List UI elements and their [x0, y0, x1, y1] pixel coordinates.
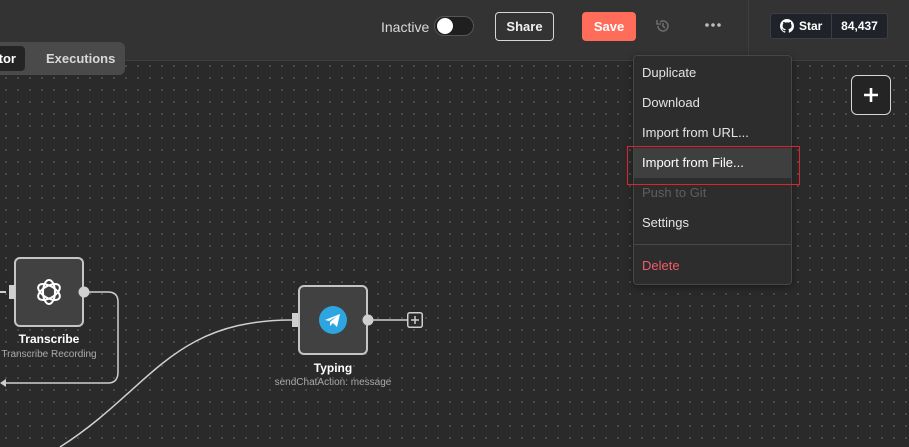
more-options-icon[interactable]: [704, 16, 722, 34]
node-transcribe-subtitle: Transcribe Recording: [1, 349, 97, 360]
menu-item-download[interactable]: Download: [634, 88, 791, 118]
github-star-label: Star: [799, 19, 823, 33]
toggle-knob: [437, 18, 453, 34]
github-star-count[interactable]: 84,437: [832, 13, 888, 39]
menu-item-delete[interactable]: Delete: [634, 251, 791, 281]
output-handle-transcribe[interactable]: [78, 286, 90, 298]
workflow-header: Inactive Share Save Star 84,437: [0, 0, 909, 61]
connection-arrow-left: [0, 379, 6, 387]
menu-divider: [634, 244, 791, 245]
plus-icon: [864, 88, 878, 102]
input-handle-transcribe[interactable]: [9, 285, 17, 299]
view-tabs: Editor Executions: [0, 42, 125, 75]
menu-item-settings[interactable]: Settings: [634, 208, 791, 238]
tab-editor[interactable]: Editor: [0, 46, 25, 71]
connection-into-transcribe-stub: [0, 291, 6, 293]
openai-icon: [37, 279, 61, 305]
history-icon[interactable]: [654, 17, 672, 35]
active-toggle[interactable]: [434, 16, 474, 36]
share-button[interactable]: Share: [495, 12, 554, 41]
menu-item-duplicate[interactable]: Duplicate: [634, 58, 791, 88]
output-handle-typing[interactable]: [362, 314, 374, 326]
tab-editor-label: Editor: [0, 51, 16, 66]
node-typing[interactable]: [298, 285, 368, 355]
save-button[interactable]: Save: [582, 12, 636, 41]
menu-item-import-url[interactable]: Import from URL...: [634, 118, 791, 148]
github-star-button[interactable]: Star: [770, 13, 832, 39]
add-node-button[interactable]: [851, 75, 891, 115]
node-typing-title: Typing: [313, 361, 353, 375]
node-transcribe-title: Transcribe: [18, 332, 80, 346]
node-transcribe[interactable]: [14, 257, 84, 327]
telegram-icon: [319, 306, 347, 334]
github-icon: [780, 19, 794, 33]
input-handle-typing[interactable]: [292, 313, 300, 327]
node-typing-subtitle: sendChatAction: message: [274, 377, 392, 388]
tab-executions[interactable]: Executions: [46, 51, 115, 66]
header-divider: [748, 0, 749, 60]
highlight-box: [627, 146, 800, 185]
add-next-node-icon[interactable]: [407, 312, 423, 328]
active-status-label: Inactive: [381, 19, 430, 35]
